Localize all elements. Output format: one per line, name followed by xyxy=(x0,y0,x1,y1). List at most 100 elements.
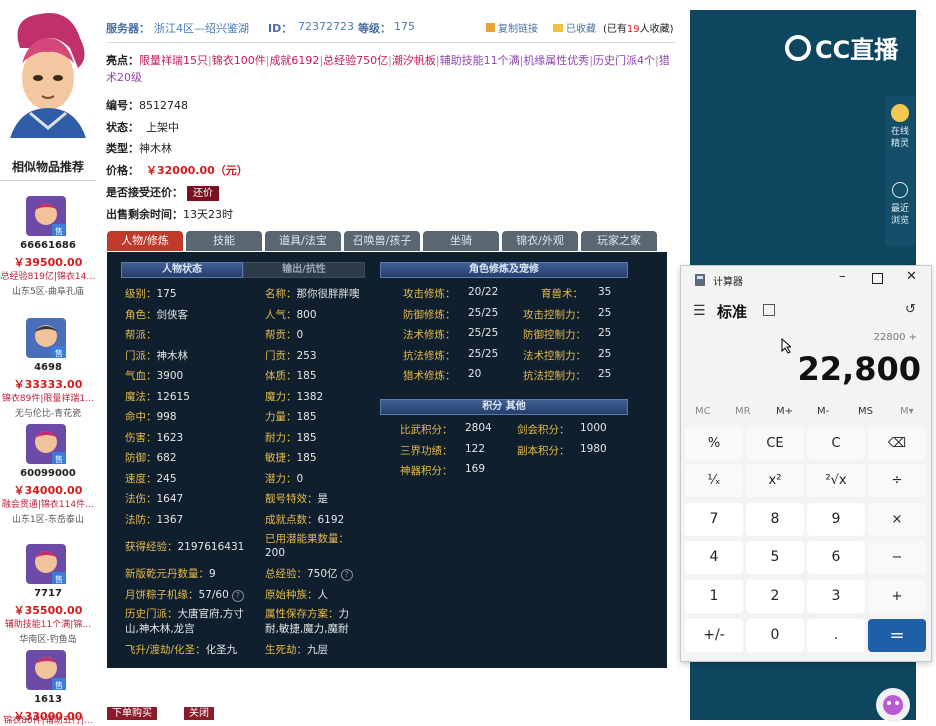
bargain-button[interactable]: 还价 xyxy=(187,186,219,201)
key-5[interactable]: 5 xyxy=(746,541,804,574)
item-tags: 融会贯通|锦衣114件… xyxy=(1,500,95,510)
decimal-key[interactable]: . xyxy=(807,619,865,652)
cc-live-logo: CC直播 xyxy=(785,30,898,65)
stat-row: 成就点数：6192 xyxy=(265,514,345,526)
item-code: 60099000 xyxy=(20,468,76,479)
keep-on-top-icon[interactable] xyxy=(763,304,775,316)
memory-clear[interactable]: MC xyxy=(695,406,711,417)
tab-home[interactable]: 玩家之家 xyxy=(581,231,657,251)
sqrt-key[interactable]: ²√x xyxy=(807,464,865,497)
favorite-button[interactable]: 已收藏 xyxy=(553,20,596,35)
close-button[interactable]: 关闭 xyxy=(184,707,214,720)
key-6[interactable]: 6 xyxy=(807,541,865,574)
svg-text:售: 售 xyxy=(55,226,63,236)
item-tags: 总经验819亿|锦衣14… xyxy=(0,272,96,282)
stat-row: 角色：剑侠客 xyxy=(125,309,188,321)
reciprocal-key[interactable]: ¹⁄ₓ xyxy=(685,464,743,497)
tab-character[interactable]: 人物/修炼 xyxy=(107,231,183,251)
tab-pets[interactable]: 召唤兽/孩子 xyxy=(344,231,420,251)
item-thumbnail[interactable]: 售 xyxy=(26,424,66,464)
memory-recall[interactable]: MR xyxy=(735,406,751,417)
key-1[interactable]: 1 xyxy=(685,580,743,613)
item-thumbnail[interactable]: 售 xyxy=(26,544,66,584)
number-row: 编号：8512748 xyxy=(106,99,188,112)
recent-browse-tool[interactable]: 最近浏览 xyxy=(885,182,915,227)
folder-icon xyxy=(553,24,563,32)
divide-key[interactable]: ÷ xyxy=(868,464,926,497)
history-icon[interactable]: ↺ xyxy=(905,302,916,317)
similar-item[interactable]: 售 4698 ￥33333.00 锦衣89件|限量祥瑞1… 无与伦比-青花瓷 xyxy=(0,318,96,428)
percent-key[interactable]: % xyxy=(685,427,743,460)
item-server: 山东5区-曲阜孔庙 xyxy=(12,287,84,297)
minimize-button[interactable]: – xyxy=(839,269,846,284)
buy-button[interactable]: 下单购买 xyxy=(107,707,157,720)
memory-subtract[interactable]: M- xyxy=(817,406,829,417)
key-8[interactable]: 8 xyxy=(746,503,804,536)
item-thumbnail[interactable]: 售 xyxy=(26,318,66,358)
key-0[interactable]: 0 xyxy=(746,619,804,652)
clear-entry-key[interactable]: CE xyxy=(746,427,804,460)
copy-icon xyxy=(486,23,495,32)
similar-item[interactable]: 售 66661686 ￥39500.00 总经验819亿|锦衣14… 山东5区-… xyxy=(0,196,96,306)
help-icon[interactable]: ? xyxy=(231,590,244,602)
maximize-button[interactable] xyxy=(872,273,883,284)
key-7[interactable]: 7 xyxy=(685,503,743,536)
close-window-button[interactable]: ✕ xyxy=(906,269,917,284)
memory-store[interactable]: MS xyxy=(858,406,873,417)
highlight-tag: 成就6192 xyxy=(269,54,320,67)
floating-assistant-icon[interactable] xyxy=(876,688,910,722)
cult-row: 防御修炼： xyxy=(403,309,456,321)
memory-add[interactable]: M+ xyxy=(776,406,793,417)
online-helper-tool[interactable]: 在线精灵 xyxy=(885,104,915,150)
points-value: 1980 xyxy=(580,443,607,455)
equals-key[interactable]: = xyxy=(868,619,926,652)
sidebar-divider xyxy=(0,180,96,181)
similar-item[interactable]: 售 7717 ￥35500.00 辅助技能11个满|锦… 华南区-钓鱼岛 xyxy=(0,544,96,654)
menu-icon[interactable]: ☰ xyxy=(693,303,706,319)
key-3[interactable]: 3 xyxy=(807,580,865,613)
stat-row: 敏捷：185 xyxy=(265,452,317,464)
add-key[interactable]: + xyxy=(868,580,926,613)
help-icon[interactable]: ? xyxy=(340,569,353,581)
memory-list[interactable]: M▾ xyxy=(900,406,914,417)
cult-value: 20 xyxy=(468,368,482,380)
stat-row: 靓号特效：是 xyxy=(265,493,328,505)
ascend-row: 飞升/渡劫/化圣：化圣九 xyxy=(125,644,238,656)
tab-items[interactable]: 道具/法宝 xyxy=(265,231,341,251)
item-code: 4698 xyxy=(34,362,62,373)
cult-row: 法术修炼： xyxy=(403,329,456,341)
section-output-resist[interactable]: 输出/抗性 xyxy=(243,262,365,278)
item-tags: 辅助技能11个满|锦… xyxy=(4,620,92,630)
highlight-tag: 限量祥瑞15只 xyxy=(139,54,208,67)
item-thumbnail[interactable]: 售 xyxy=(26,650,66,690)
rebirth-row: 生死劫：九层 xyxy=(265,644,328,656)
key-2[interactable]: 2 xyxy=(746,580,804,613)
square-key[interactable]: x² xyxy=(746,464,804,497)
subtract-key[interactable]: − xyxy=(868,541,926,574)
key-4[interactable]: 4 xyxy=(685,541,743,574)
section-cultivation: 角色修炼及宠修 xyxy=(380,262,628,278)
item-code: 7717 xyxy=(34,588,62,599)
tab-skills[interactable]: 技能 xyxy=(186,231,262,251)
total-exp-row: 总经验：750亿? xyxy=(265,566,353,581)
result-display: 22,800 xyxy=(797,350,921,388)
calculator-window: 计算器 – ✕ ☰ 标准 ↺ 22800 + 22,800 MC MR M+ M… xyxy=(680,265,932,662)
item-tags: 锦衣89件|限量祥瑞1… xyxy=(1,394,95,404)
clear-key[interactable]: C xyxy=(807,427,865,460)
copy-link-button[interactable]: 复制链接 xyxy=(486,20,538,35)
similar-item[interactable]: 售 1613 ￥33000.00 锦衣80件|辅助五行|… xyxy=(0,650,96,726)
backspace-key[interactable]: ⌫ xyxy=(868,427,926,460)
key-9[interactable]: 9 xyxy=(807,503,865,536)
cult-value: 25/25 xyxy=(468,348,499,360)
similar-item[interactable]: 售 60099000 ￥34000.00 融会贯通|锦衣114件… 山东1区-东… xyxy=(0,424,96,534)
tab-mounts[interactable]: 坐骑 xyxy=(423,231,499,251)
negate-key[interactable]: +/- xyxy=(685,619,743,652)
item-code: 66661686 xyxy=(20,240,76,251)
multiply-key[interactable]: × xyxy=(868,503,926,536)
tab-outfits[interactable]: 锦衣/外观 xyxy=(502,231,578,251)
section-person-status[interactable]: 人物状态 xyxy=(121,262,243,278)
server-label: 服务器： xyxy=(106,22,150,35)
item-thumbnail[interactable]: 售 xyxy=(26,196,66,236)
calculator-title: 计算器 xyxy=(713,277,743,288)
highlight-tag: 锦衣100件 xyxy=(211,54,266,67)
